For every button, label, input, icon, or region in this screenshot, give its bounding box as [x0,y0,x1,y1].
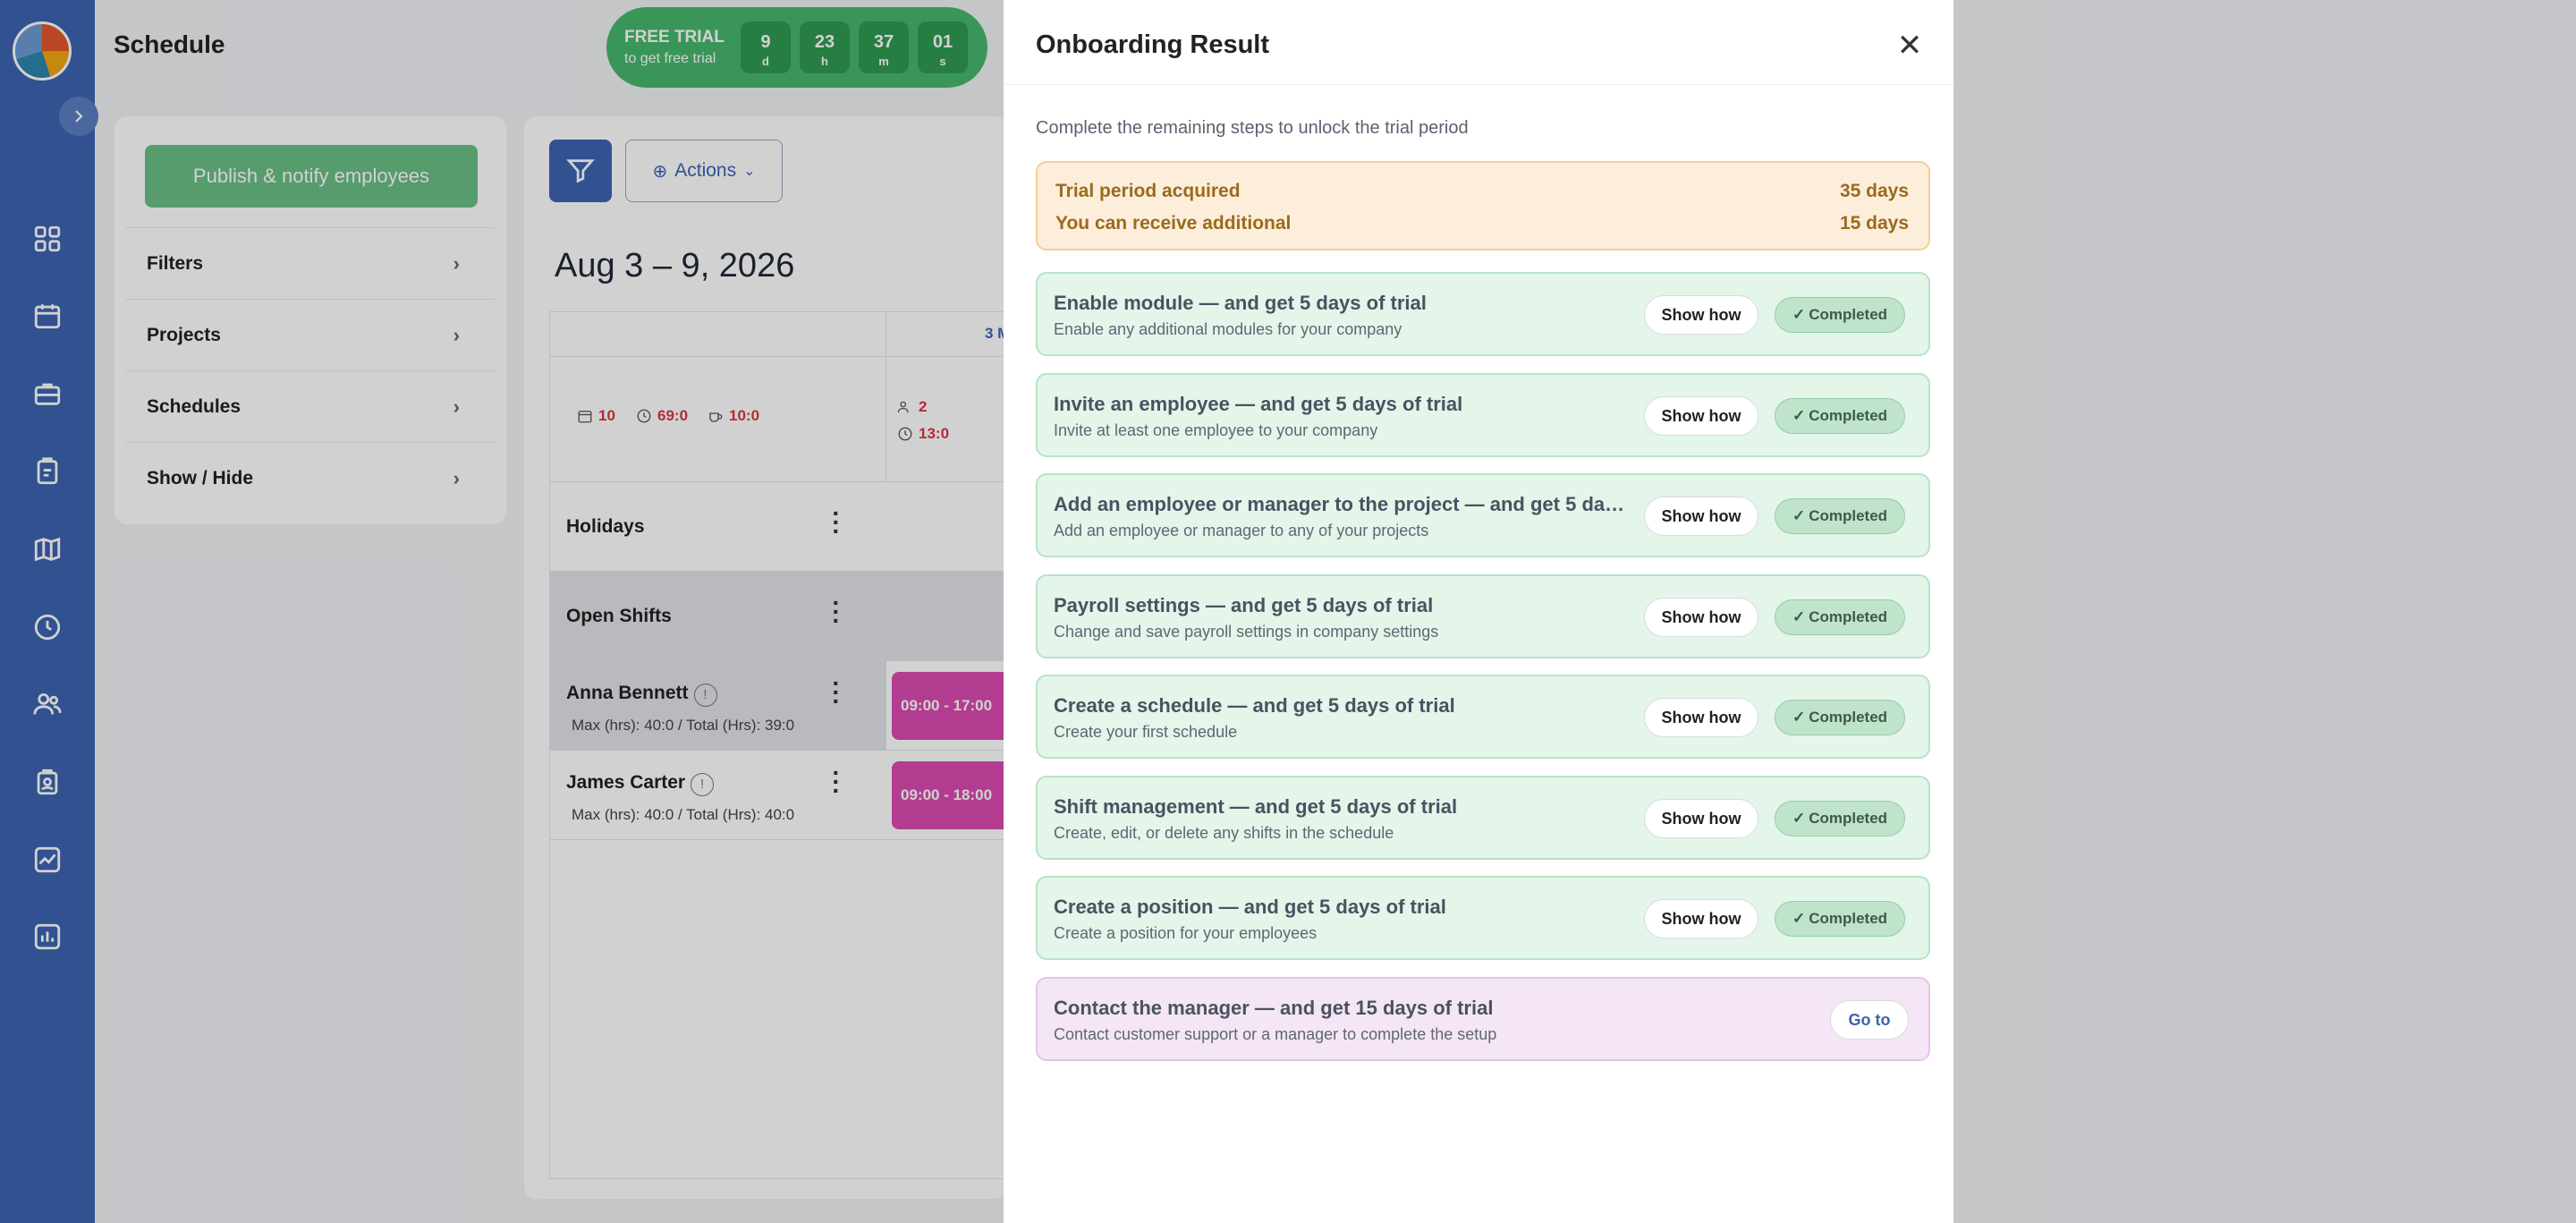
task-enable-module: Enable module — and get 5 days of trial … [1036,272,1930,356]
check-icon: ✓ [1792,810,1806,827]
go-to-button[interactable]: Go to [1830,1000,1909,1040]
completed-badge: ✓ Completed [1775,498,1905,534]
completed-badge: ✓ Completed [1775,599,1905,635]
divider [1004,84,1953,85]
task-payroll-settings: Payroll settings — and get 5 days of tri… [1036,574,1930,658]
task-create-position: Create a position — and get 5 days of tr… [1036,876,1930,960]
task-create-schedule: Create a schedule — and get 5 days of tr… [1036,675,1930,759]
completed-badge: ✓ Completed [1775,801,1905,837]
drawer-title: Onboarding Result [1036,30,1269,59]
close-button[interactable]: ✕ [1891,27,1928,64]
completed-badge: ✓ Completed [1775,700,1905,735]
check-icon: ✓ [1792,507,1806,524]
check-icon: ✓ [1792,306,1806,323]
show-how-button[interactable]: Show how [1644,295,1758,335]
completed-badge: ✓ Completed [1775,398,1905,434]
show-how-button[interactable]: Show how [1644,598,1758,637]
completed-badge: ✓ Completed [1775,901,1905,937]
check-icon: ✓ [1792,709,1806,726]
show-how-button[interactable]: Show how [1644,698,1758,737]
task-add-to-project: Add an employee or manager to the projec… [1036,473,1930,557]
completed-badge: ✓ Completed [1775,297,1905,333]
onboarding-drawer: Onboarding Result ✕ Complete the remaini… [1004,0,1953,1223]
drawer-subtitle: Complete the remaining steps to unlock t… [1036,118,1469,138]
show-how-button[interactable]: Show how [1644,899,1758,938]
show-how-button[interactable]: Show how [1644,396,1758,436]
check-icon: ✓ [1792,608,1806,625]
trial-summary: Trial period acquired 35 days You can re… [1036,161,1930,251]
task-invite-employee: Invite an employee — and get 5 days of t… [1036,373,1930,457]
show-how-button[interactable]: Show how [1644,799,1758,838]
check-icon: ✓ [1792,407,1806,424]
task-contact-manager: Contact the manager — and get 15 days of… [1036,977,1930,1061]
task-shift-management: Shift management — and get 5 days of tri… [1036,776,1930,860]
close-icon: ✕ [1896,29,1923,63]
check-icon: ✓ [1792,910,1806,927]
show-how-button[interactable]: Show how [1644,497,1758,536]
